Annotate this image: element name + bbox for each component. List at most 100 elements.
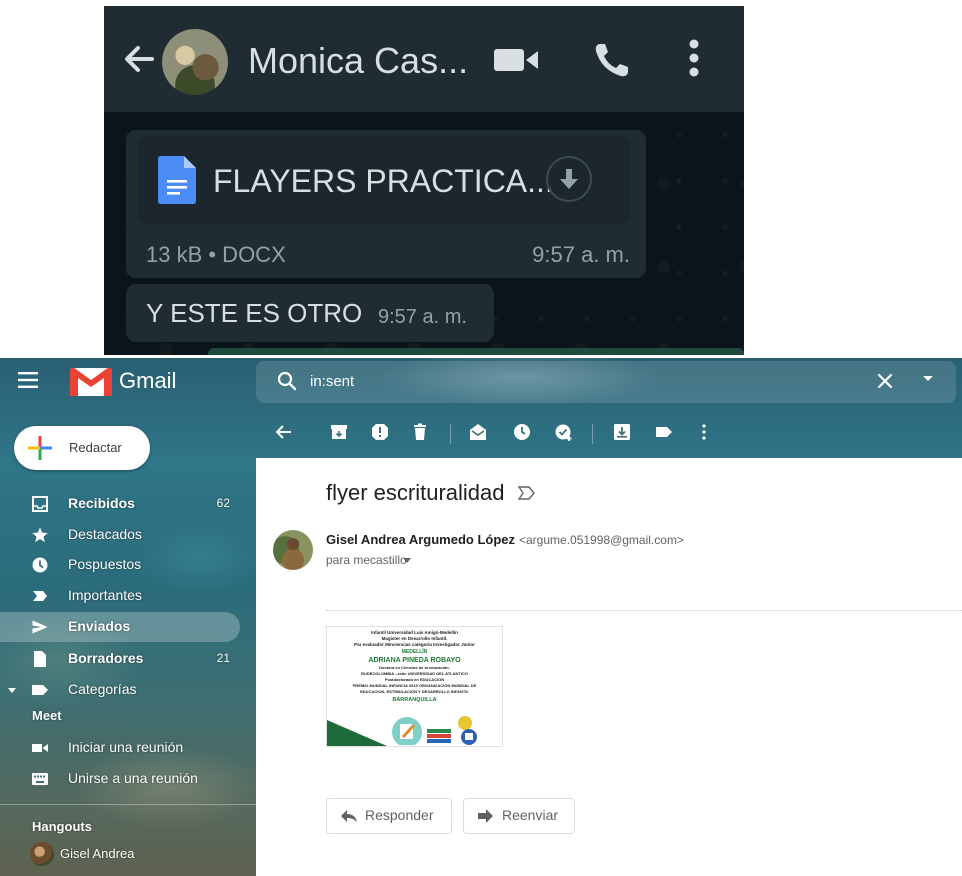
nav-item-enviados[interactable]: Enviados bbox=[0, 612, 240, 642]
meet-join-meeting[interactable]: Unirse a una reunión bbox=[0, 764, 240, 794]
search-input[interactable] bbox=[310, 370, 730, 392]
gmail-logo-icon[interactable] bbox=[70, 366, 112, 398]
video-camera-icon bbox=[32, 744, 48, 752]
nav-item-destacados[interactable]: Destacados bbox=[0, 520, 240, 550]
label-icon bbox=[32, 685, 48, 695]
flyer-green-shape bbox=[327, 720, 387, 746]
hangouts-contact[interactable]: Gisel Andrea bbox=[30, 842, 250, 866]
flyer-text: MEDELLÍN bbox=[401, 649, 428, 655]
gmail-topbar: Gmail bbox=[0, 358, 962, 408]
expand-caret-icon[interactable] bbox=[8, 688, 16, 694]
search-bar[interactable] bbox=[256, 361, 956, 403]
search-options-caret-icon[interactable] bbox=[922, 375, 934, 383]
search-icon[interactable] bbox=[276, 370, 298, 392]
message-subject: flyer escrituralidad bbox=[326, 480, 505, 505]
chat-area: FLAYERS PRACTICA... 13 kB • DOCX 9:57 a.… bbox=[104, 112, 744, 355]
hangouts-contact-name: Gisel Andrea bbox=[60, 846, 135, 861]
meet-heading: Meet bbox=[32, 708, 62, 723]
nav-item-importantes[interactable]: Importantes bbox=[0, 581, 240, 611]
nav-label: Borradores bbox=[68, 650, 144, 666]
text-message[interactable]: Y ESTE ES OTRO 9:57 a. m. bbox=[126, 284, 494, 342]
meet-start-meeting[interactable]: Iniciar una reunión bbox=[0, 733, 240, 763]
forward-button[interactable]: Reenviar bbox=[463, 798, 575, 834]
nav-label: Categorías bbox=[68, 681, 137, 697]
outgoing-message-edge bbox=[208, 348, 744, 355]
flyer-illustration-icon bbox=[392, 716, 477, 745]
inbox-icon bbox=[32, 496, 48, 512]
draft-icon bbox=[34, 651, 46, 667]
main-menu-icon[interactable] bbox=[18, 372, 38, 388]
snooze-clock-icon[interactable] bbox=[512, 422, 532, 442]
sender-email: <argume.051998@gmail.com> bbox=[519, 533, 684, 547]
message-timestamp: 9:57 a. m. bbox=[532, 242, 630, 267]
message-toolbar bbox=[256, 416, 962, 450]
recipient-details-caret-icon[interactable] bbox=[403, 558, 411, 563]
flyer-text: Postdoctorado en EDUCACION bbox=[384, 677, 445, 682]
hangouts-heading: Hangouts bbox=[32, 819, 92, 834]
document-file-name: FLAYERS PRACTICA... bbox=[213, 163, 554, 199]
back-arrow-icon[interactable] bbox=[274, 422, 294, 442]
phone-call-icon[interactable] bbox=[592, 40, 632, 80]
delete-icon[interactable] bbox=[410, 422, 430, 442]
flyer-text: Magister en Desarrollo Infantil. bbox=[381, 636, 448, 641]
message-timestamp: 9:57 a. m. bbox=[378, 306, 467, 328]
nav-item-borradores[interactable]: Borradores 21 bbox=[0, 644, 240, 674]
archive-icon[interactable] bbox=[329, 422, 349, 442]
document-card[interactable]: FLAYERS PRACTICA... bbox=[138, 136, 630, 224]
meet-start-label: Iniciar una reunión bbox=[68, 739, 184, 755]
clock-icon bbox=[32, 557, 48, 573]
more-options-icon[interactable] bbox=[688, 38, 700, 78]
nav-label: Importantes bbox=[68, 587, 142, 603]
toolbar-separator bbox=[592, 424, 593, 444]
flyer-text: RUDECOLOMBIA –sede UNIVERSIDAD DEL ATLAN… bbox=[361, 671, 468, 676]
flyer-text: Par evaluador Minciencias categoría Inve… bbox=[354, 642, 475, 647]
contact-avatar[interactable] bbox=[162, 29, 228, 95]
document-message[interactable]: FLAYERS PRACTICA... 13 kB • DOCX 9:57 a.… bbox=[126, 130, 646, 278]
important-icon bbox=[33, 591, 47, 601]
document-icon bbox=[158, 156, 196, 204]
forward-arrow-icon bbox=[478, 809, 493, 823]
labels-icon[interactable] bbox=[654, 422, 674, 442]
message-text: Y ESTE ES OTRO bbox=[146, 298, 363, 328]
move-to-icon[interactable] bbox=[612, 422, 632, 442]
add-to-tasks-icon[interactable] bbox=[554, 422, 574, 442]
flyer-text: ADRIANA PINEDA ROBAYO bbox=[368, 657, 461, 664]
nav-label: Enviados bbox=[68, 618, 131, 634]
sender-avatar[interactable] bbox=[273, 530, 313, 570]
back-arrow-icon[interactable] bbox=[118, 38, 160, 80]
compose-button[interactable]: Redactar bbox=[14, 426, 150, 470]
nav-item-recibidos[interactable]: Recibidos 62 bbox=[0, 489, 240, 519]
download-arrow-icon bbox=[560, 169, 578, 189]
video-call-icon[interactable] bbox=[494, 48, 542, 72]
nav-item-pospuestos[interactable]: Pospuestos bbox=[0, 550, 240, 580]
whatsapp-screenshot: Monica Cas... FLAYERS PRACTICA... 13 kB … bbox=[104, 6, 744, 355]
meet-join-label: Unirse a una reunión bbox=[68, 770, 198, 786]
flyer-text: Doctora en Ciencias de la educación. bbox=[379, 665, 450, 670]
more-options-icon[interactable] bbox=[701, 422, 707, 442]
avatar bbox=[30, 842, 54, 866]
chat-header: Monica Cas... bbox=[104, 6, 744, 112]
reply-button[interactable]: Responder bbox=[326, 798, 452, 834]
reply-label: Responder bbox=[365, 807, 434, 823]
sidebar-divider bbox=[0, 804, 256, 805]
nav-label: Pospuestos bbox=[68, 556, 142, 572]
clear-search-icon[interactable] bbox=[874, 370, 896, 392]
forward-label: Reenviar bbox=[502, 807, 559, 823]
document-meta: 13 kB • DOCX bbox=[146, 242, 286, 267]
nav-item-categorias[interactable]: Categorías bbox=[0, 675, 240, 705]
flyer-text: Infantil Universidad Luis Amigó-Medellín bbox=[371, 630, 458, 635]
importance-marker-icon[interactable] bbox=[518, 486, 536, 500]
draft-count: 21 bbox=[216, 651, 230, 665]
message-view: flyer escrituralidad Gisel Andrea Argume… bbox=[256, 458, 962, 876]
send-icon bbox=[32, 620, 48, 634]
contact-name[interactable]: Monica Cas... bbox=[248, 40, 468, 82]
message-divider bbox=[326, 610, 962, 611]
mark-unread-icon[interactable] bbox=[468, 422, 488, 442]
gmail-screenshot: Gmail Redactar Recibidos 62 bbox=[0, 358, 962, 876]
gmail-app-name: Gmail bbox=[119, 368, 177, 393]
sender-name[interactable]: Gisel Andrea Argumedo López bbox=[326, 532, 515, 547]
attachment-thumbnail[interactable]: Infantil Universidad Luis Amigó-Medellín… bbox=[326, 626, 503, 747]
download-button[interactable] bbox=[546, 156, 592, 202]
report-spam-icon[interactable] bbox=[370, 422, 390, 442]
keyboard-icon bbox=[32, 773, 48, 785]
